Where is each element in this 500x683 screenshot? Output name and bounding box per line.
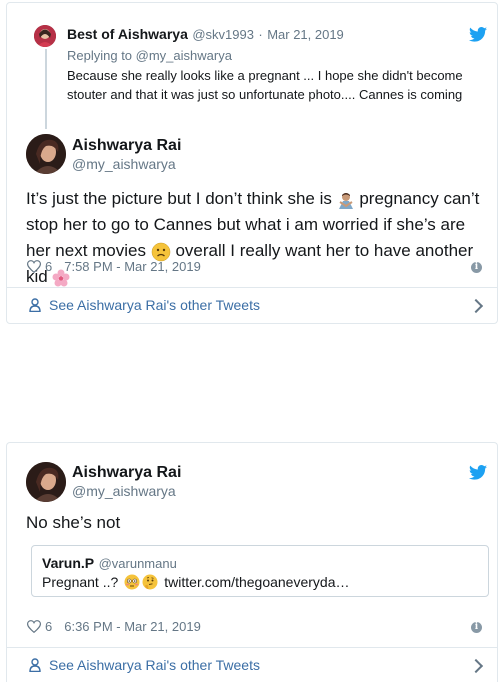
- info-icon[interactable]: i: [471, 262, 482, 273]
- twitter-bird-icon[interactable]: [469, 27, 487, 42]
- reply-author-handle[interactable]: @skv1993: [192, 27, 254, 42]
- tweet-card-2: Aishwarya Rai @my_aishwarya No she’s not…: [6, 442, 498, 682]
- like-count[interactable]: 6: [45, 619, 52, 634]
- reply-avatar[interactable]: [34, 25, 56, 47]
- man-gesturing-no-emoji: [338, 192, 353, 209]
- author-handle[interactable]: @my_aishwarya: [72, 483, 176, 499]
- thread-line: [45, 49, 47, 129]
- tweet-timestamp[interactable]: 7:58 PM - Mar 21, 2019: [64, 259, 201, 274]
- quoted-header: Varun.P @varunmanu: [42, 555, 177, 573]
- tweet-meta: 6 7:58 PM - Mar 21, 2019: [27, 259, 201, 274]
- quoted-author-handle: @varunmanu: [98, 556, 177, 571]
- flushed-face-emoji: [124, 574, 140, 590]
- reply-text: Because she really looks like a pregnant…: [67, 68, 463, 102]
- author-name[interactable]: Aishwarya Rai: [72, 464, 181, 482]
- heart-icon[interactable]: [27, 620, 41, 633]
- user-icon: [29, 658, 41, 672]
- quoted-text: Pregnant ..?: [42, 574, 119, 590]
- author-name[interactable]: Aishwarya Rai: [72, 137, 181, 155]
- like-count[interactable]: 6: [45, 259, 52, 274]
- thinking-face-emoji: [142, 574, 158, 590]
- tweet-card-1: Best of Aishwarya @skv1993 · Mar 21, 201…: [6, 2, 498, 324]
- twitter-bird-icon[interactable]: [469, 465, 487, 480]
- author-avatar[interactable]: [26, 462, 66, 502]
- chevron-right-icon[interactable]: [468, 658, 484, 674]
- reply-date[interactable]: Mar 21, 2019: [267, 27, 344, 42]
- heart-icon[interactable]: [27, 260, 41, 273]
- quoted-link: twitter.com/thegoaneveryda…: [164, 574, 350, 590]
- see-other-tweets-link[interactable]: See Aishwarya Rai's other Tweets: [49, 297, 260, 313]
- tweet-text: It’s just the picture but I don’t think …: [26, 186, 488, 290]
- see-other-tweets-row[interactable]: See Aishwarya Rai's other Tweets: [7, 287, 497, 323]
- info-icon[interactable]: i: [471, 622, 482, 633]
- see-other-tweets-link[interactable]: See Aishwarya Rai's other Tweets: [49, 657, 260, 673]
- reply-header: Best of Aishwarya @skv1993 · Mar 21, 201…: [67, 26, 344, 44]
- user-icon: [29, 298, 41, 312]
- reply-separator: ·: [258, 27, 263, 42]
- quoted-author-name: Varun.P: [42, 555, 95, 571]
- chevron-right-icon[interactable]: [468, 298, 484, 314]
- tweet-text-part1: It’s just the picture but I don’t think …: [26, 189, 332, 208]
- replying-to[interactable]: Replying to @my_aishwarya: [67, 48, 232, 63]
- reply-author-name[interactable]: Best of Aishwarya: [67, 26, 188, 42]
- author-avatar[interactable]: [26, 134, 66, 174]
- tweet-timestamp[interactable]: 6:36 PM - Mar 21, 2019: [64, 619, 201, 634]
- author-handle[interactable]: @my_aishwarya: [72, 156, 176, 172]
- quoted-tweet[interactable]: Varun.P @varunmanu Pregnant ..? twitter.…: [31, 545, 489, 597]
- quoted-text-row: Pregnant ..? twitter.com/thegoaneveryda…: [42, 574, 350, 590]
- tweet-text: No she’s not: [26, 513, 121, 532]
- tweet-meta: 6 6:36 PM - Mar 21, 2019: [27, 619, 201, 634]
